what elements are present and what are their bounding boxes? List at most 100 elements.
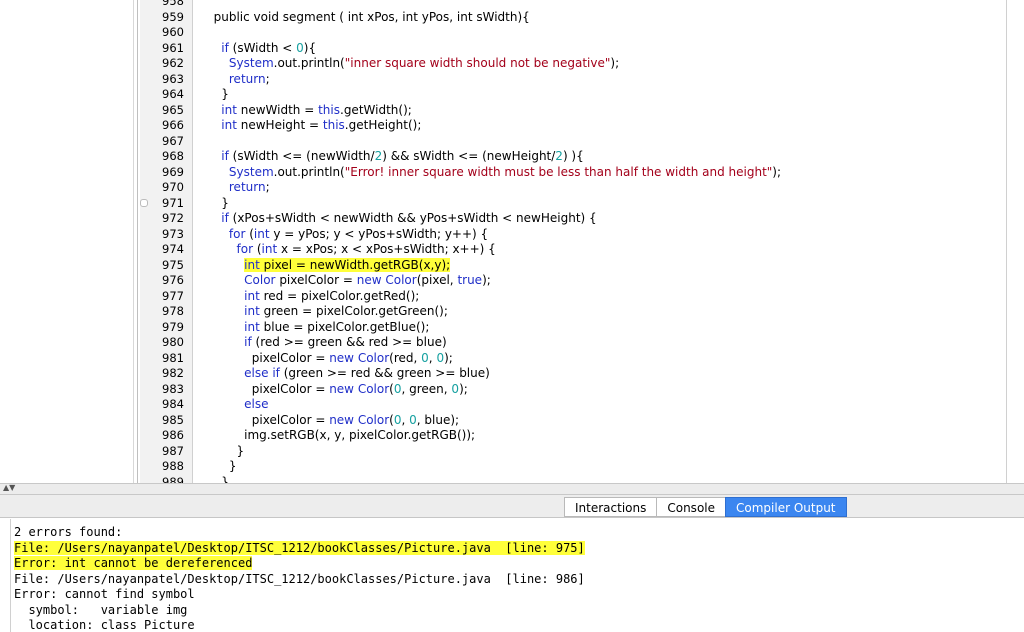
code-token: ( [253, 242, 262, 256]
line-number: 989 [162, 474, 184, 484]
code-line[interactable]: 974 for (int x = xPos; x < xPos+sWidth; … [140, 242, 1006, 258]
code-text: if (sWidth <= (newWidth/2) && sWidth <= … [206, 149, 584, 165]
code-line[interactable]: 973 for (int y = yPos; y < yPos+sWidth; … [140, 227, 1006, 243]
code-line[interactable]: 985 pixelColor = new Color(0, 0, blue); [140, 413, 1006, 429]
code-line[interactable]: 972 if (xPos+sWidth < newWidth && yPos+s… [140, 211, 1006, 227]
code-token: (red >= green && red >= blue) [251, 335, 447, 349]
code-token: int [244, 319, 260, 334]
code-token: int [244, 257, 260, 272]
code-line[interactable]: 979 int blue = pixelColor.getBlue(); [140, 320, 1006, 336]
code-line[interactable]: 971 } [140, 196, 1006, 212]
file-tree-pane[interactable] [0, 0, 138, 483]
code-token: Color [385, 273, 417, 287]
code-line[interactable]: 975 int pixel = newWidth.getRGB(x,y); [140, 257, 1006, 274]
code-line[interactable]: 977 int red = pixelColor.getRed(); [140, 289, 1006, 305]
line-number: 959 [162, 9, 184, 24]
code-line[interactable]: 988 } [140, 459, 1006, 475]
code-text: return; [206, 180, 270, 196]
code-line[interactable]: 989 } [140, 475, 1006, 484]
pane-edge [133, 0, 134, 483]
code-line[interactable]: 987 } [140, 444, 1006, 460]
code-token: return [228, 180, 266, 194]
output-tab-bar: Interactions Console Compiler Output [0, 495, 1024, 518]
code-text: return; [206, 72, 270, 88]
code-line[interactable]: 963 return; [140, 72, 1006, 88]
highlighted-error-text: Error: int cannot be dereferenced [14, 556, 253, 570]
code-line[interactable]: 970 return; [140, 180, 1006, 196]
code-text: int red = pixelColor.getRed(); [206, 289, 419, 305]
code-text: pixelColor = new Color(0, 0, blue); [206, 413, 459, 429]
code-line[interactable]: 980 if (red >= green && red >= blue) [140, 335, 1006, 351]
output-line[interactable]: Error: int cannot be dereferenced [11, 556, 1015, 572]
code-line[interactable]: 959 public void segment ( int xPos, int … [140, 10, 1006, 26]
code-token: Color [357, 381, 390, 396]
code-token: pixelColor = [206, 350, 330, 365]
code-token: new [329, 412, 354, 427]
code-line[interactable]: 983 pixelColor = new Color(0, green, 0); [140, 382, 1006, 398]
output-line[interactable]: 2 errors found: [11, 525, 1015, 541]
code-line[interactable]: 961 if (sWidth < 0){ [140, 41, 1006, 57]
code-token: int [221, 102, 237, 117]
output-line[interactable]: symbol: variable img [11, 603, 1015, 619]
code-line[interactable]: 964 } [140, 87, 1006, 103]
code-line[interactable]: 982 else if (green >= red && green >= bl… [140, 366, 1006, 382]
code-token: Color [357, 350, 390, 365]
code-area[interactable]: 958 959 public void segment ( int xPos, i… [140, 0, 1006, 483]
code-line[interactable]: 984 else [140, 397, 1006, 413]
code-token: for [228, 226, 246, 241]
code-text: } [206, 459, 237, 475]
compiler-output-panel[interactable]: 2 errors found: File: /Users/nayanpatel/D… [10, 519, 1015, 632]
code-token: pixelColor = [206, 381, 330, 396]
code-token: newWidth = [236, 102, 319, 117]
code-text: img.setRGB(x, y, pixelColor.getRGB()); [206, 428, 475, 444]
code-token: int [244, 304, 260, 318]
code-token: System [228, 56, 274, 70]
code-token: .getWidth(); [340, 102, 412, 117]
code-line[interactable]: 976 Color pixelColor = new Color(pixel, … [140, 273, 1006, 289]
code-token: 0 [451, 381, 460, 396]
code-line[interactable]: 958 [140, 0, 1006, 10]
code-token: ) ){ [562, 149, 584, 163]
code-token: int [244, 288, 260, 303]
code-line[interactable]: 981 pixelColor = new Color(red, 0, 0); [140, 351, 1006, 367]
code-text: else [206, 397, 268, 413]
code-line[interactable]: 965 int newWidth = this.getWidth(); [140, 103, 1006, 119]
output-line[interactable]: Error: cannot find symbol [11, 587, 1015, 603]
line-number: 986 [162, 428, 184, 442]
code-line[interactable]: 967 [140, 134, 1006, 150]
code-line[interactable]: 969 System.out.println("Error! inner squ… [140, 165, 1006, 181]
code-token: ); [772, 164, 782, 179]
line-number: 976 [162, 273, 184, 287]
output-line[interactable]: File: /Users/nayanpatel/Desktop/ITSC_121… [11, 540, 1015, 557]
output-line[interactable]: location: class Picture [11, 618, 1015, 632]
code-line[interactable]: 966 int newHeight = this.getHeight(); [140, 118, 1006, 134]
tab-console[interactable]: Console [656, 497, 726, 517]
code-token: true [457, 273, 483, 287]
code-token: "inner square width should not be negati… [344, 56, 611, 70]
code-line[interactable]: 962 System.out.println("inner square wid… [140, 56, 1006, 72]
code-line[interactable]: 968 if (sWidth <= (newWidth/2) && sWidth… [140, 149, 1006, 165]
tab-compiler-output[interactable]: Compiler Output [725, 497, 847, 517]
code-text: for (int x = xPos; x < xPos+sWidth; x++)… [206, 242, 496, 258]
tab-interactions[interactable]: Interactions [564, 497, 658, 517]
vertical-scrollbar[interactable] [1006, 0, 1024, 483]
code-text: if (sWidth < 0){ [206, 41, 316, 57]
code-line[interactable]: 960 [140, 25, 1006, 41]
collapse-arrows-icon[interactable]: ▲▼ [3, 483, 15, 492]
code-line[interactable]: 986 img.setRGB(x, y, pixelColor.getRGB()… [140, 428, 1006, 444]
output-line[interactable]: File: /Users/nayanpatel/Desktop/ITSC_121… [11, 572, 1015, 588]
code-editor[interactable]: 958 959 public void segment ( int xPos, i… [140, 0, 1006, 483]
line-number: 971 [162, 195, 184, 210]
code-line[interactable]: 978 int green = pixelColor.getGreen(); [140, 304, 1006, 320]
code-token: , green, [401, 381, 452, 396]
line-number: 985 [162, 412, 184, 427]
splitter-bar[interactable]: ▲▼ [0, 483, 1024, 495]
